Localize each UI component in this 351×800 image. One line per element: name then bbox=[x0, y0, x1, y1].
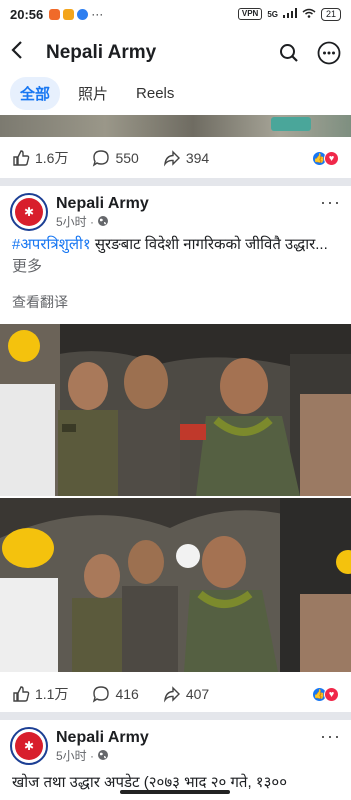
post-text: खोज तथा उद्धार अपडेट (२०७३ भाद २० गते, १… bbox=[12, 772, 342, 792]
comment-icon bbox=[93, 150, 110, 167]
post-timestamp: 5小时 · bbox=[56, 213, 149, 230]
share-count: 407 bbox=[185, 686, 210, 702]
post-header: ✱ Nepali Army 5小时 · ··· bbox=[0, 722, 351, 770]
love-reaction-icon: ♥ bbox=[324, 686, 339, 702]
page-title: Nepali Army bbox=[46, 42, 157, 63]
tab-all[interactable]: 全部 bbox=[10, 76, 61, 110]
app-notification-icon bbox=[63, 8, 75, 20]
status-bar: 20:56 ··· VPN 5G 21 bbox=[0, 0, 351, 28]
like-button[interactable]: 1.6万 bbox=[12, 148, 68, 168]
share-button[interactable]: 407 bbox=[163, 685, 209, 703]
reaction-summary[interactable]: 👍 ♥ bbox=[312, 686, 339, 702]
filter-tabs: 全部 照片 Reels bbox=[0, 76, 351, 110]
more-options-button[interactable] bbox=[317, 41, 341, 65]
search-icon bbox=[280, 44, 298, 62]
post-header: ✱ Nepali Army 5小时 · ··· bbox=[0, 188, 351, 236]
comment-count: 550 bbox=[115, 150, 139, 166]
comment-icon bbox=[93, 686, 110, 703]
post-text: #अपरत्रिशुली१ सुरङबाट विदेशी नागरिकको जी… bbox=[12, 234, 342, 278]
post-options-button[interactable]: ··· bbox=[320, 192, 341, 213]
thumbs-up-icon bbox=[13, 150, 30, 166]
reaction-summary[interactable]: 👍 ♥ bbox=[312, 150, 339, 166]
share-button[interactable]: 394 bbox=[163, 149, 209, 167]
globe-icon bbox=[98, 216, 109, 226]
post-divider bbox=[0, 712, 351, 720]
tab-reels[interactable]: Reels bbox=[126, 79, 184, 108]
battery-indicator: 21 bbox=[320, 7, 341, 21]
post-photo[interactable] bbox=[0, 324, 351, 496]
comment-button[interactable]: 416 bbox=[92, 685, 139, 703]
share-icon bbox=[163, 150, 180, 167]
post-options-button[interactable]: ··· bbox=[320, 726, 341, 747]
see-translation-link[interactable]: 查看翻译 bbox=[12, 292, 68, 312]
like-count: 1.6万 bbox=[35, 150, 69, 166]
network-label: 5G bbox=[267, 9, 278, 19]
see-more-link[interactable]: 更多 bbox=[12, 258, 42, 275]
avatar[interactable]: ✱ bbox=[10, 193, 48, 231]
army-emblem-icon: ✱ bbox=[15, 198, 43, 226]
post-timestamp: 5小时 · bbox=[56, 747, 149, 764]
home-indicator[interactable] bbox=[120, 790, 230, 794]
chevron-left-icon bbox=[11, 41, 22, 59]
like-button[interactable]: 1.1万 bbox=[12, 684, 68, 704]
post-photo[interactable] bbox=[0, 498, 351, 672]
signal-icon bbox=[282, 7, 297, 21]
notification-icons: ··· bbox=[49, 7, 103, 21]
post-author[interactable]: Nepali Army bbox=[56, 195, 149, 213]
post-author[interactable]: Nepali Army bbox=[56, 729, 149, 747]
share-icon bbox=[163, 686, 180, 703]
share-count: 394 bbox=[185, 150, 210, 166]
post-body: सुरङबाट विदेशी नागरिकको जीवितै उद्धार... bbox=[90, 236, 328, 253]
hashtag-link[interactable]: #अपरत्रिशुली१ bbox=[12, 236, 91, 253]
page-header: Nepali Army bbox=[0, 28, 351, 78]
search-button[interactable] bbox=[277, 41, 301, 65]
post-reactions: 1.1万 416 407 👍 ♥ bbox=[0, 674, 351, 714]
more-circle-icon bbox=[317, 41, 341, 65]
previous-post-reactions: 1.6万 550 394 👍 ♥ bbox=[0, 138, 351, 178]
globe-icon bbox=[98, 750, 109, 760]
vpn-badge: VPN bbox=[237, 8, 263, 20]
previous-post-image[interactable] bbox=[0, 115, 351, 137]
wifi-icon bbox=[302, 8, 316, 21]
app-notification-icon bbox=[49, 8, 61, 20]
more-notifications-icon: ··· bbox=[91, 7, 104, 21]
thumbs-up-icon bbox=[13, 686, 30, 702]
love-reaction-icon: ♥ bbox=[324, 150, 339, 166]
back-button[interactable] bbox=[10, 40, 38, 66]
avatar[interactable]: ✱ bbox=[10, 727, 48, 765]
status-time: 20:56 bbox=[10, 6, 44, 22]
comment-button[interactable]: 550 bbox=[92, 149, 139, 167]
post-body: खोज तथा उद्धार अपडेट (२०७३ भाद २० गते, १… bbox=[12, 774, 287, 791]
like-count: 1.1万 bbox=[35, 686, 69, 702]
comment-count: 416 bbox=[115, 686, 139, 702]
army-emblem-icon: ✱ bbox=[15, 732, 43, 760]
tab-photos[interactable]: 照片 bbox=[68, 77, 118, 110]
post-divider bbox=[0, 178, 351, 186]
app-notification-icon bbox=[77, 8, 89, 20]
